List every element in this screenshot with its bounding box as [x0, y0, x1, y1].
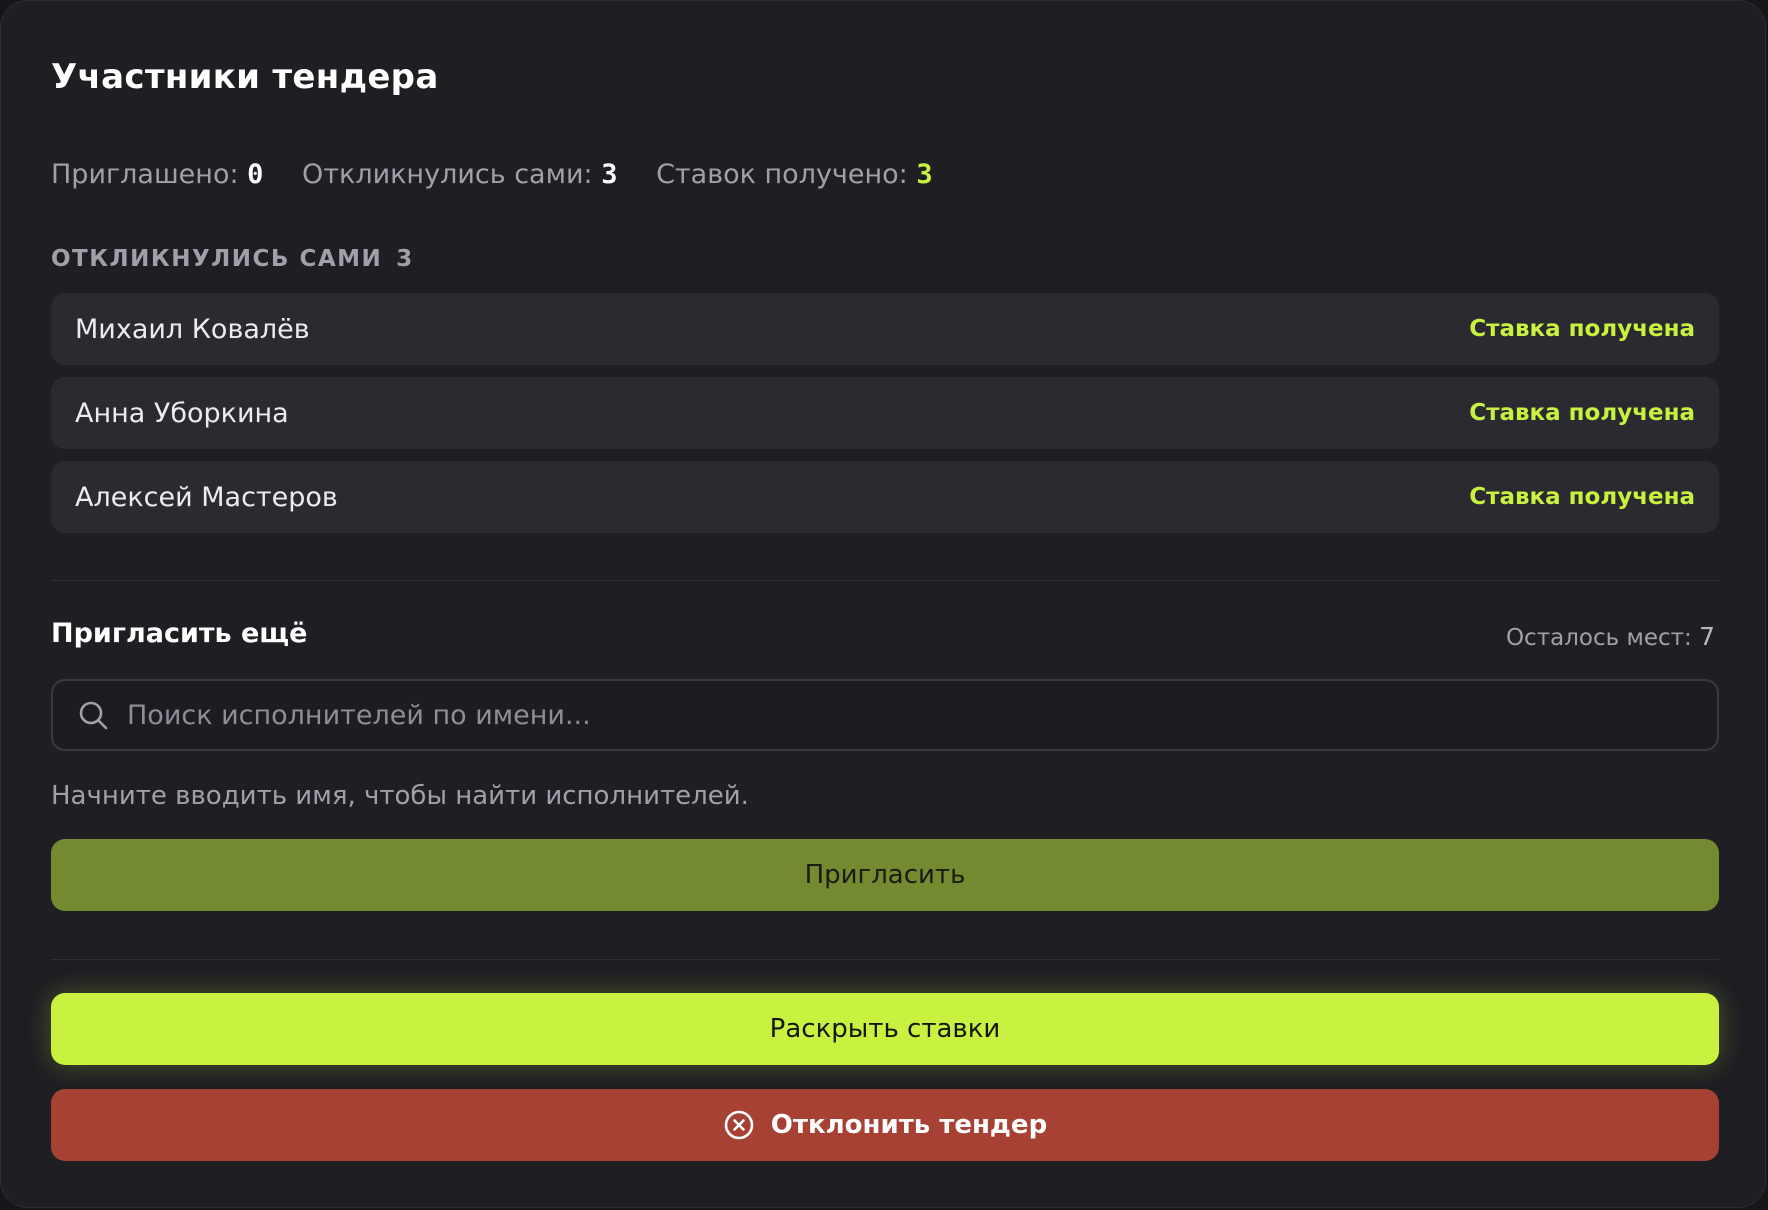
- stat-invited-label: Приглашено:: [51, 159, 239, 190]
- participant-name: Анна Уборкина: [75, 397, 289, 429]
- page-title: Участники тендера: [51, 57, 439, 97]
- bid-status: Ставка получена: [1469, 316, 1695, 342]
- search-input[interactable]: [125, 698, 1697, 732]
- responded-section-header: ОТКЛИКНУЛИСЬ САМИ 3: [51, 246, 412, 272]
- tender-participants-panel: Участники тендера Приглашено: 0 Откликну…: [0, 0, 1766, 1208]
- responded-section-count: 3: [396, 246, 413, 272]
- stat-responded-value: 3: [601, 159, 618, 190]
- divider: [51, 580, 1719, 581]
- stat-bids: Ставок получено: 3: [656, 159, 933, 190]
- search-hint: Начните вводить имя, чтобы найти исполни…: [51, 781, 749, 811]
- responded-section-label: ОТКЛИКНУЛИСЬ САМИ: [51, 246, 383, 272]
- reject-tender-button-label: Отклонить тендер: [770, 1110, 1048, 1140]
- reveal-bids-button[interactable]: Раскрыть ставки: [51, 993, 1719, 1065]
- stat-bids-label: Ставок получено:: [656, 159, 908, 190]
- invite-button-label: Пригласить: [804, 860, 966, 890]
- reveal-bids-button-label: Раскрыть ставки: [769, 1014, 1001, 1044]
- participant-list: Михаил Ковалёв Ставка получена Анна Убор…: [51, 293, 1719, 545]
- stats-bar: Приглашено: 0 Откликнулись сами: 3 Ставо…: [51, 159, 963, 190]
- participant-name: Михаил Ковалёв: [75, 313, 310, 345]
- participant-row[interactable]: Анна Уборкина Ставка получена: [51, 377, 1719, 449]
- stat-invited: Приглашено: 0: [51, 159, 272, 190]
- search-icon: [77, 699, 109, 731]
- bid-status: Ставка получена: [1469, 400, 1695, 426]
- participant-row[interactable]: Алексей Мастеров Ставка получена: [51, 461, 1719, 533]
- remaining-slots-value: 7: [1699, 622, 1715, 651]
- search-box[interactable]: [51, 679, 1719, 751]
- reject-tender-button[interactable]: Отклонить тендер: [51, 1089, 1719, 1161]
- stat-bids-value: 3: [916, 159, 933, 190]
- bid-status: Ставка получена: [1469, 484, 1695, 510]
- remaining-slots-label: Осталось мест:: [1505, 625, 1692, 651]
- stat-invited-value: 0: [247, 159, 264, 190]
- participant-name: Алексей Мастеров: [75, 481, 338, 513]
- close-circle-icon: [723, 1109, 755, 1141]
- participant-row[interactable]: Михаил Ковалёв Ставка получена: [51, 293, 1719, 365]
- invite-more-title: Пригласить ещё: [51, 618, 308, 649]
- stat-responded: Откликнулись сами: 3: [302, 159, 626, 190]
- divider: [51, 959, 1719, 960]
- stat-responded-label: Откликнулись сами:: [302, 159, 593, 190]
- remaining-slots: Осталось мест: 7: [1506, 622, 1715, 651]
- invite-button[interactable]: Пригласить: [51, 839, 1719, 911]
